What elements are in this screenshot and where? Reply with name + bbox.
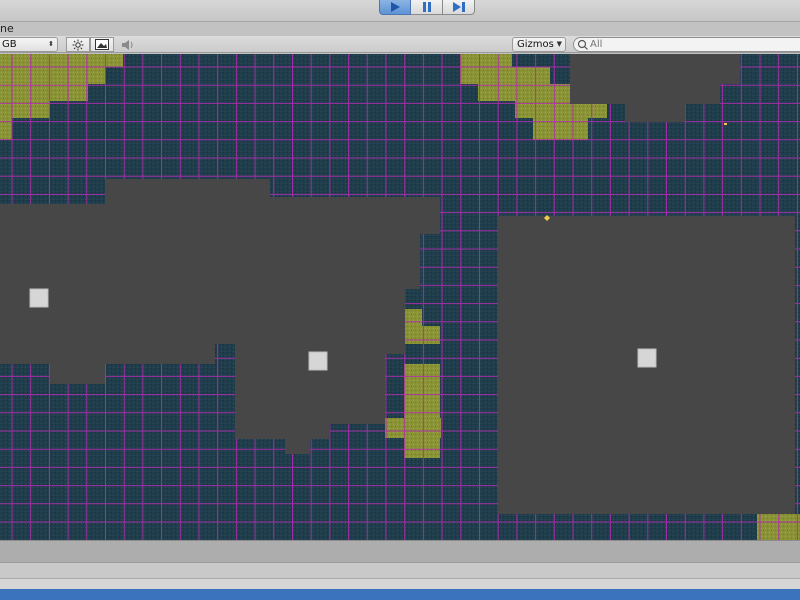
- gizmos-dropdown[interactable]: Gizmos ▼: [512, 37, 566, 52]
- gizmos-label: Gizmos: [517, 39, 554, 50]
- status-bar: [0, 589, 800, 600]
- step-button[interactable]: [443, 0, 475, 15]
- audio-toggle[interactable]: [116, 37, 140, 52]
- light-marker-icon: [724, 123, 727, 125]
- moss-tiles: [404, 438, 440, 458]
- moss-tiles: [404, 364, 440, 382]
- image-effects-toggle[interactable]: [90, 37, 114, 52]
- playback-controls: [379, 0, 475, 15]
- render-mode-value: GB: [2, 39, 17, 50]
- moss-tiles: [404, 400, 440, 418]
- search-input[interactable]: [590, 38, 790, 51]
- cube-object: [308, 351, 328, 371]
- chevron-down-icon: ▼: [556, 40, 562, 48]
- moss-tiles: [404, 382, 440, 400]
- pause-icon: [422, 1, 431, 12]
- moss-tiles: [0, 54, 123, 67]
- scene-view-toolbar: GB ⬍ Gizmos ▼: [0, 36, 800, 53]
- moss-tiles: [385, 418, 441, 438]
- play-icon: [391, 1, 400, 12]
- moss-tiles: [0, 84, 88, 101]
- moss-tiles: [0, 67, 105, 84]
- play-button[interactable]: [379, 0, 411, 15]
- moss-tiles: [404, 309, 422, 344]
- step-icon: [452, 1, 465, 12]
- tilemap-canvas[interactable]: [0, 54, 800, 540]
- moss-tiles: [460, 54, 512, 67]
- updown-arrow-icon: ⬍: [48, 40, 54, 48]
- cube-object: [637, 348, 657, 368]
- render-mode-dropdown[interactable]: GB ⬍: [0, 37, 58, 52]
- main-toolbar: [0, 0, 800, 22]
- bottom-panel-strip: [0, 562, 800, 578]
- moss-tiles: [460, 67, 550, 84]
- sun-icon: [72, 39, 84, 50]
- bottom-panel-header: [0, 540, 800, 562]
- scene-viewport[interactable]: [0, 54, 800, 540]
- search-icon: [577, 39, 588, 50]
- search-box[interactable]: [573, 37, 800, 52]
- moss-tiles: [422, 326, 440, 344]
- speaker-icon: [122, 39, 133, 50]
- image-icon: [95, 39, 109, 50]
- bottom-panel-strip-2: [0, 578, 800, 589]
- scene-tab-label[interactable]: ne: [0, 22, 14, 36]
- lighting-toggle[interactable]: [66, 37, 90, 52]
- pause-button[interactable]: [411, 0, 443, 15]
- cube-object: [29, 288, 49, 308]
